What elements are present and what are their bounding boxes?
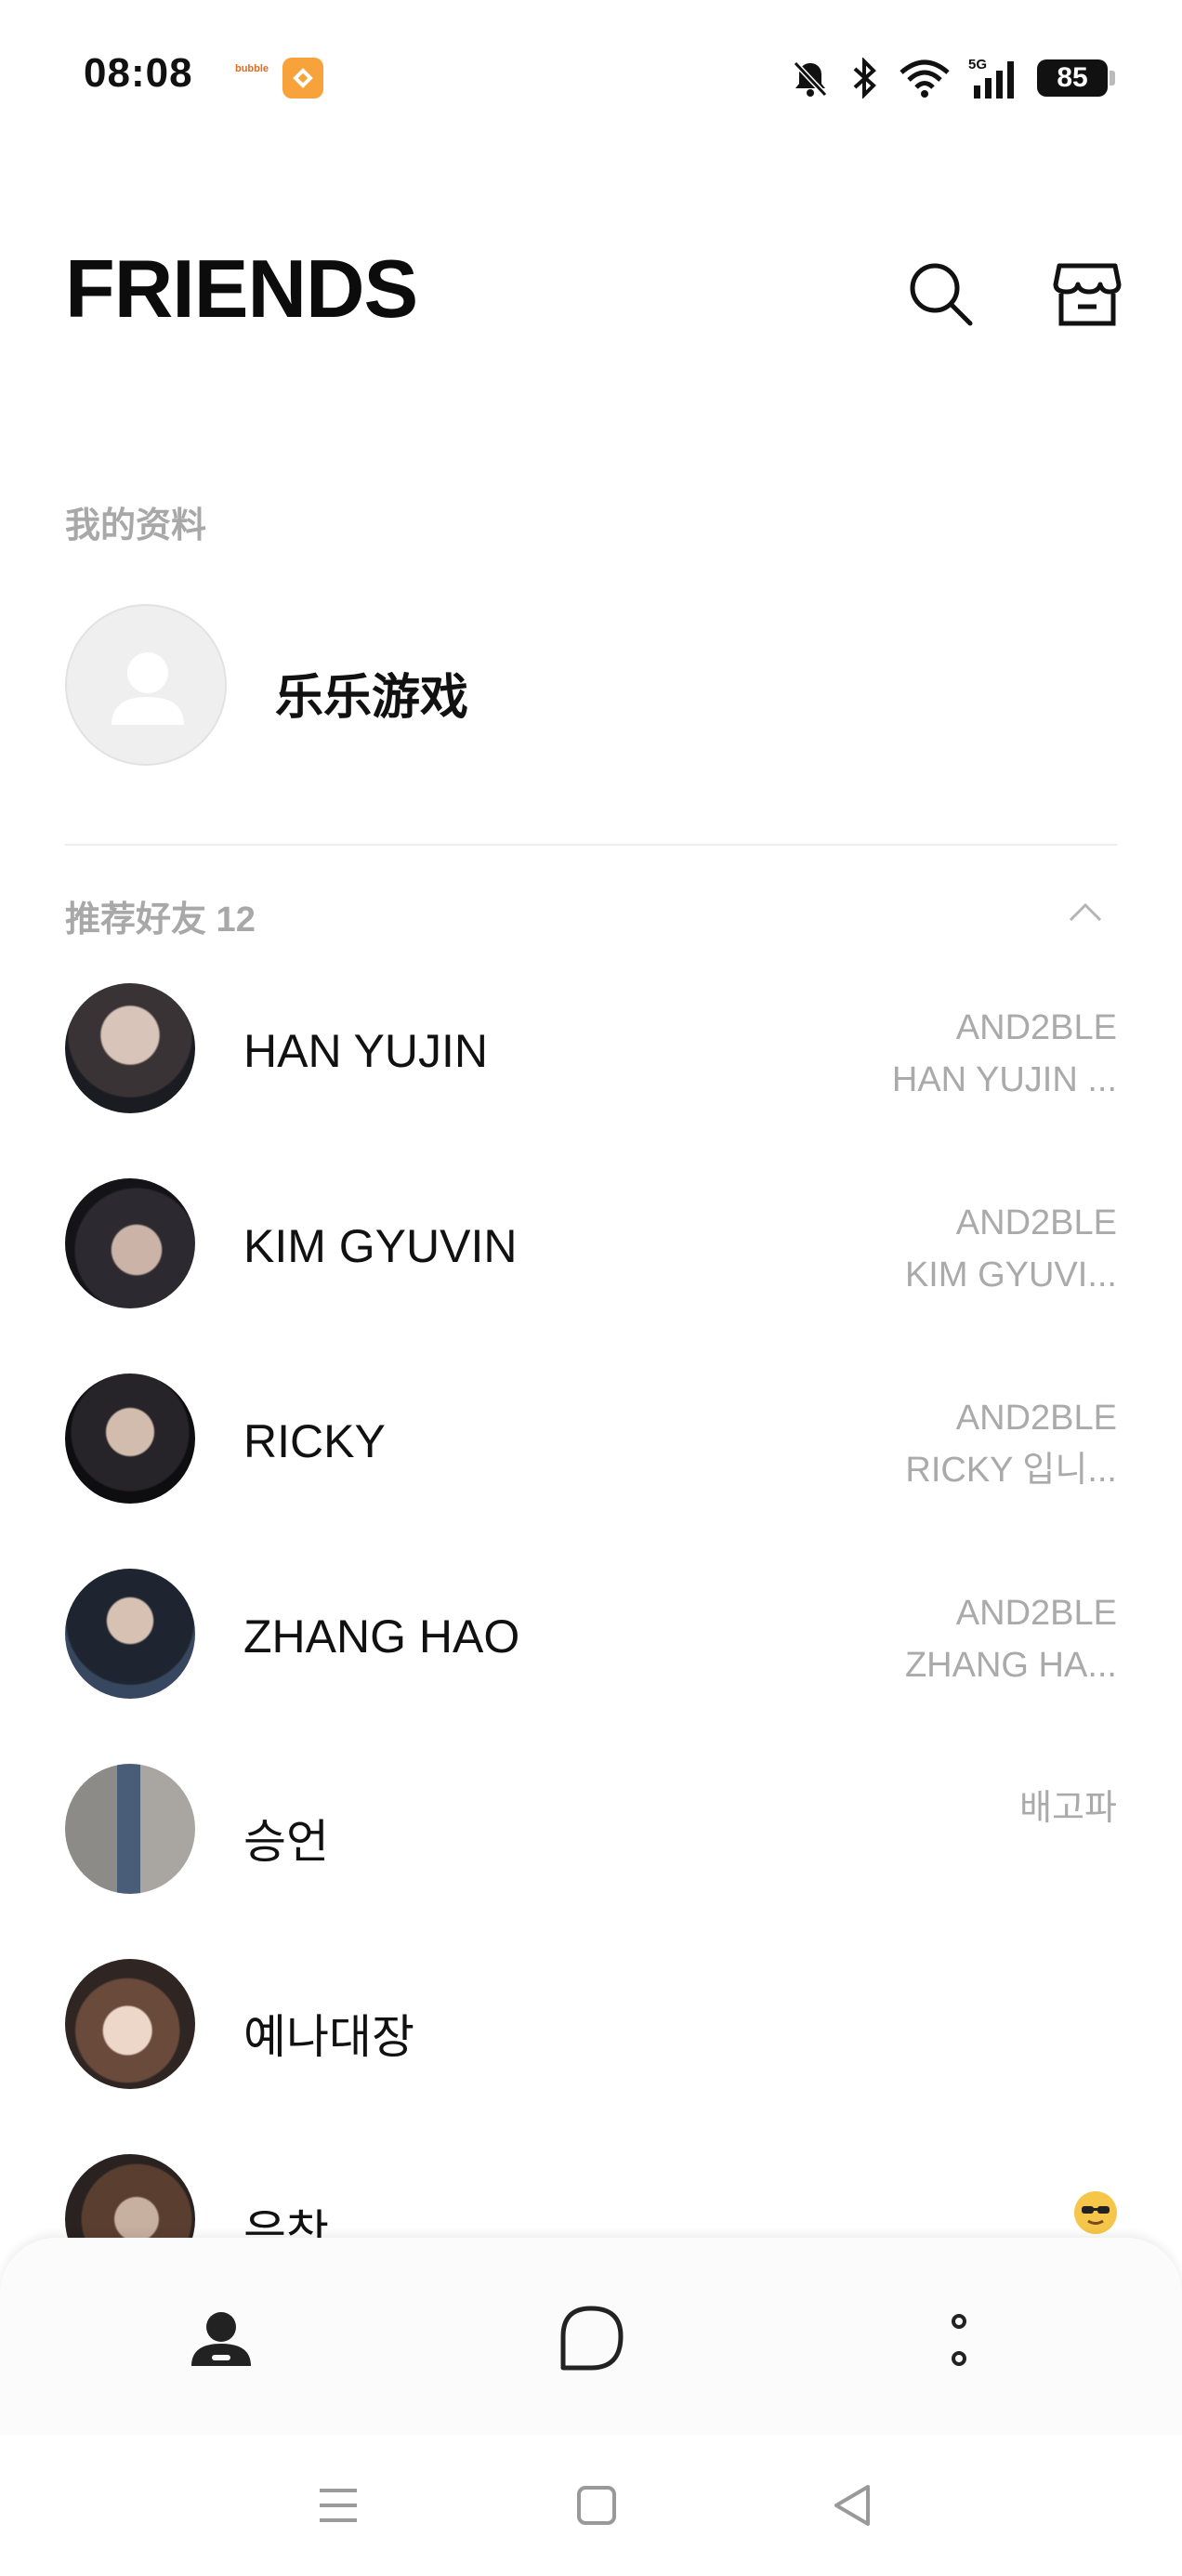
my-avatar[interactable] <box>65 604 227 766</box>
bluetooth-icon <box>853 58 876 99</box>
sunglasses-emoji-icon <box>1074 2191 1117 2234</box>
notification-app-icon <box>282 58 323 99</box>
status-line-2: HAN YUJIN ... <box>891 1060 1117 1099</box>
svg-text:5G: 5G <box>968 57 987 72</box>
chevron-up-icon[interactable] <box>1065 898 1106 926</box>
friend-status: AND2BLE ZHANG HA... <box>905 1587 1117 1691</box>
friend-name: ZHANG HAO <box>243 1610 520 1663</box>
friend-row[interactable]: ZHANG HAO AND2BLE ZHANG HA... <box>0 1569 1182 1764</box>
friend-status: AND2BLE KIM GYUVI... <box>905 1197 1117 1301</box>
wifi-icon <box>900 59 950 98</box>
status-line-1: AND2BLE <box>955 1594 1117 1633</box>
divider <box>65 844 1117 846</box>
avatar <box>65 1373 195 1504</box>
friend-name: HAN YUJIN <box>243 1025 489 1077</box>
friend-row[interactable]: RICKY AND2BLE RICKY 입니... <box>0 1373 1182 1569</box>
user-placeholder-icon <box>112 652 184 725</box>
avatar <box>65 983 195 1113</box>
my-profile-label: 我的资料 <box>65 506 207 545</box>
system-nav-bar <box>0 2435 1182 2576</box>
status-bar: 08:08 bubble 5G 85 <box>0 0 1182 149</box>
more-tab-icon[interactable] <box>913 2293 1005 2386</box>
recommended-friends-label: 推荐好友 12 <box>65 900 256 940</box>
my-profile-name[interactable]: 乐乐游戏 <box>275 658 468 728</box>
home-icon[interactable] <box>569 2477 624 2533</box>
search-icon[interactable] <box>903 256 978 331</box>
friend-name: 승언 <box>243 1816 329 1868</box>
status-line-1: AND2BLE <box>955 1203 1117 1242</box>
bell-muted-icon <box>793 60 828 98</box>
friend-row[interactable]: KIM GYUVIN AND2BLE KIM GYUVI... <box>0 1178 1182 1373</box>
status-icons: 5G 85 <box>790 52 1115 104</box>
status-line-2: ZHANG HA... <box>904 1646 1117 1685</box>
friend-row[interactable]: HAN YUJIN AND2BLE HAN YUJIN ... <box>0 983 1182 1178</box>
friends-tab-icon[interactable] <box>175 2293 268 2386</box>
back-icon[interactable] <box>825 2477 881 2533</box>
avatar <box>65 1569 195 1699</box>
bottom-tab-bar <box>0 2238 1182 2435</box>
friend-status: AND2BLE HAN YUJIN ... <box>892 1002 1117 1106</box>
signal-icon: 5G <box>968 57 1014 99</box>
chats-tab-icon[interactable] <box>545 2293 637 2386</box>
friend-status: AND2BLE RICKY 입니... <box>905 1392 1117 1496</box>
status-line-1: AND2BLE <box>955 1399 1117 1438</box>
friend-row[interactable]: 예나대장 <box>0 1959 1182 2154</box>
bubble-app-icon: bubble <box>234 63 269 74</box>
status-line-2: KIM GYUVI... <box>904 1255 1117 1295</box>
status-time: 08:08 <box>84 50 193 96</box>
friend-name: 예나대장 <box>243 2011 414 2063</box>
battery-icon: 85 <box>1037 59 1115 97</box>
avatar <box>65 2154 195 2238</box>
status-line-1: 배고파 <box>1019 1789 1117 1828</box>
avatar <box>65 1178 195 1308</box>
status-line-2: RICKY 입니... <box>905 1451 1117 1490</box>
avatar <box>65 1764 195 1894</box>
friend-name: 은찬 <box>243 2206 329 2238</box>
friend-list: HAN YUJIN AND2BLE HAN YUJIN ... KIM GYUV… <box>0 983 1182 2238</box>
avatar <box>65 1959 195 2089</box>
friend-status: 배고파 <box>1019 1782 1117 1834</box>
recent-apps-icon[interactable] <box>310 2477 366 2533</box>
page-title: FRIENDS <box>65 243 418 335</box>
friend-row[interactable]: 승언 배고파 <box>0 1764 1182 1959</box>
status-line-1: AND2BLE <box>955 1008 1117 1047</box>
friend-row[interactable]: 은찬 <box>0 2154 1182 2238</box>
friend-name: RICKY <box>243 1415 386 1467</box>
shop-icon[interactable] <box>1050 256 1124 331</box>
friend-name: KIM GYUVIN <box>243 1220 518 1272</box>
